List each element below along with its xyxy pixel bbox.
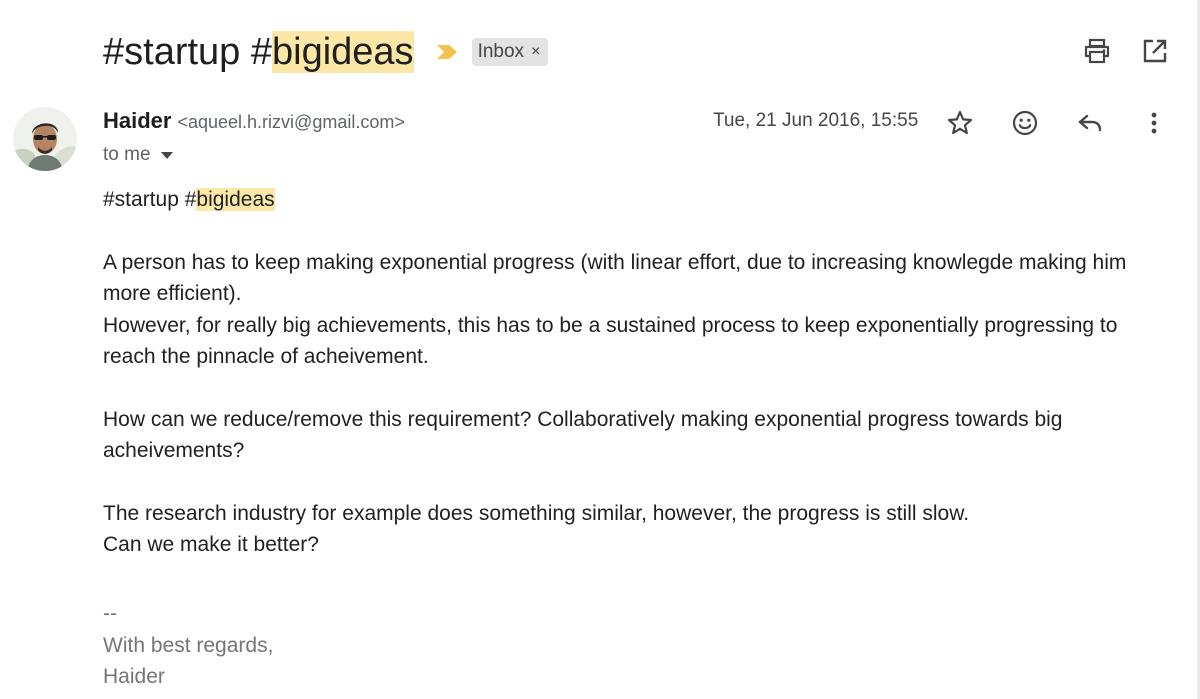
recipient-line: to me	[103, 142, 173, 168]
more-vertical-icon[interactable]	[1137, 106, 1171, 140]
body-line: A person has to keep making exponential …	[103, 250, 1127, 274]
subject-title: #startup #bigideas	[103, 28, 414, 76]
importance-marker-icon[interactable]	[436, 44, 458, 60]
signature-closing: With best regards,	[103, 633, 274, 657]
sender-email: <aqueel.h.rizvi@gmail.com>	[177, 112, 405, 132]
body-line: more efficient).	[103, 282, 242, 306]
message-body: #startup #bigideas A person has to keep …	[103, 184, 1163, 692]
emoji-reaction-icon[interactable]	[1008, 106, 1042, 140]
subject-row: #startup #bigideas Inbox ×	[103, 24, 549, 80]
sender-name[interactable]: Haider	[103, 108, 171, 134]
message-date: Tue, 21 Jun 2016, 15:55	[713, 110, 919, 131]
body-tag-prefix: #startup #	[103, 188, 197, 211]
sender-line: Haider <aqueel.h.rizvi@gmail.com>	[103, 108, 405, 138]
reply-icon[interactable]	[1073, 106, 1107, 140]
body-line: How can we reduce/remove this requiremen…	[103, 407, 1063, 431]
body-line: However, for really big achievements, th…	[103, 313, 1118, 337]
remove-label-icon[interactable]: ×	[531, 43, 540, 61]
email-view: #startup #bigideas Inbox × Haider <aquee…	[0, 0, 1200, 699]
subject-prefix: #startup #	[103, 31, 272, 73]
subject-highlight: bigideas	[272, 31, 414, 73]
body-line: The research industry for example does s…	[103, 502, 970, 526]
print-icon[interactable]	[1082, 36, 1112, 66]
signature-name: Haider	[103, 665, 165, 689]
label-chip-text: Inbox	[477, 41, 525, 62]
body-line: reach the pinnacle of acheivement.	[103, 345, 429, 369]
label-chip-inbox: Inbox ×	[471, 38, 549, 66]
open-in-new-window-icon[interactable]	[1140, 36, 1170, 66]
body-tag-highlight: bigideas	[196, 188, 275, 211]
chevron-down-icon[interactable]	[160, 151, 173, 159]
star-icon[interactable]	[943, 106, 977, 140]
body-tag-line: #startup #bigideas	[103, 184, 1163, 215]
body-line: Can we make it better?	[103, 533, 319, 557]
signature-separator: --	[103, 602, 117, 626]
body-line: acheivements?	[103, 439, 245, 463]
recipient-text: to me	[103, 144, 151, 165]
sender-avatar[interactable]	[13, 107, 77, 171]
